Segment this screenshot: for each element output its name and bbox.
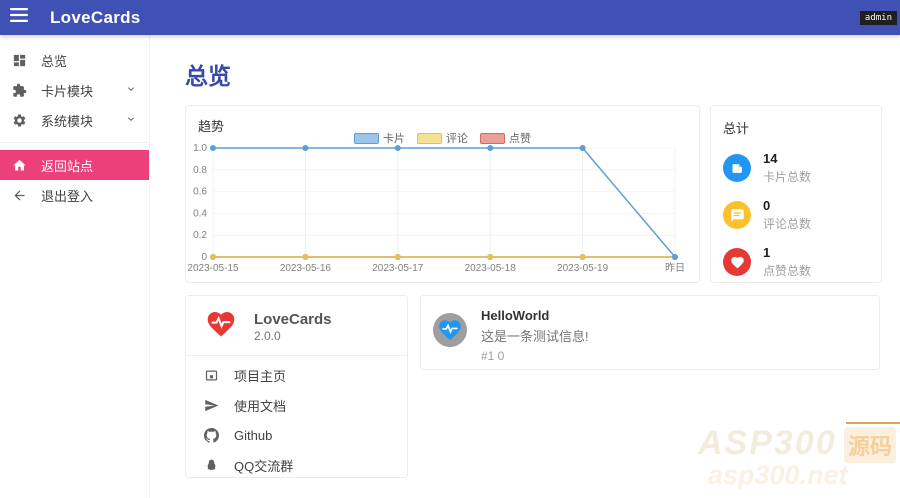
svg-text:0.8: 0.8 xyxy=(193,165,207,176)
sidebar-divider xyxy=(0,142,149,143)
puzzle-icon xyxy=(10,81,28,99)
sidebar: 总览 卡片模块 系统模块 返回站点 退出登入 xyxy=(0,35,150,498)
link-label: 项目主页 xyxy=(234,368,287,384)
message-card: HelloWorld 这是一条测试信息! #1 0 xyxy=(420,295,880,370)
stat-value: 14 xyxy=(763,151,778,166)
stat-label: 卡片总数 xyxy=(763,170,812,184)
svg-text:2023-05-15: 2023-05-15 xyxy=(187,263,239,274)
homepage-icon xyxy=(202,368,220,383)
user-badge[interactable]: admin xyxy=(859,11,897,25)
svg-text:2023-05-19: 2023-05-19 xyxy=(557,263,609,274)
hamburger-icon xyxy=(10,8,28,27)
app-title: LoveCards xyxy=(50,7,141,27)
totals-card-title: 总计 xyxy=(723,121,750,136)
page-title: 总览 xyxy=(185,63,231,89)
message-content: 这是一条测试信息! xyxy=(481,329,589,344)
top-navbar: LoveCards admin xyxy=(0,0,900,35)
gear-icon xyxy=(10,111,28,129)
link-label: QQ交流群 xyxy=(234,458,294,474)
sidebar-item-system-module[interactable]: 系统模块 xyxy=(0,105,149,135)
message-meta: #1 0 xyxy=(481,349,505,363)
stat-label: 评论总数 xyxy=(763,217,812,231)
sidebar-item-overview[interactable]: 总览 xyxy=(0,45,149,75)
link-label: 使用文档 xyxy=(234,398,287,414)
svg-text:0.2: 0.2 xyxy=(193,230,207,241)
stats-list: 14 卡片总数 0 评论总数 1 点赞总数 xyxy=(723,151,869,279)
stat-row-likes: 1 点赞总数 xyxy=(723,245,869,279)
heart-icon xyxy=(723,248,751,276)
trend-card: 趋势 卡片 评论 点赞 0 0.2 0.4 0.6 0.8 1.0 2023-05-15 2023… xyxy=(185,105,700,283)
link-docs[interactable]: 使用文档 xyxy=(186,390,407,420)
send-icon xyxy=(202,398,220,413)
dashboard-icon xyxy=(10,51,28,69)
stat-value: 1 xyxy=(763,245,771,260)
totals-card: 总计 14 卡片总数 0 评论总数 1 点赞总数 xyxy=(710,105,882,283)
app-root: LoveCards admin 总览 卡片模块 系统模块 返回站点 退出登入 总… xyxy=(0,0,900,498)
svg-text:昨日: 昨日 xyxy=(665,262,685,274)
sidebar-item-label: 卡片模块 xyxy=(41,83,94,99)
about-card: LoveCards 2.0.0 项目主页 使用文档 Github QQ交流群 xyxy=(185,295,408,478)
stat-row-comments: 0 评论总数 xyxy=(723,198,869,232)
about-links: 项目主页 使用文档 Github QQ交流群 xyxy=(186,356,407,484)
about-version: 2.0.0 xyxy=(254,328,281,343)
github-icon xyxy=(202,427,220,443)
svg-text:2023-05-16: 2023-05-16 xyxy=(280,263,332,274)
arrow-left-icon xyxy=(10,186,28,204)
lovecards-logo-icon xyxy=(204,308,238,345)
about-app-name: LoveCards xyxy=(254,310,332,328)
svg-text:2023-05-18: 2023-05-18 xyxy=(465,263,517,274)
svg-text:0: 0 xyxy=(201,252,207,263)
svg-text:1.0: 1.0 xyxy=(193,143,207,154)
link-label: Github xyxy=(234,427,273,443)
sidebar-item-label: 退出登入 xyxy=(41,188,94,204)
stat-label: 点赞总数 xyxy=(763,264,812,278)
svg-text:0.4: 0.4 xyxy=(193,208,207,219)
main-content: 总览 趋势 卡片 评论 点赞 0 0.2 0.4 0.6 0.8 1.0 2023-05-15 2… xyxy=(150,35,900,498)
trend-chart-svg: 0 0.2 0.4 0.6 0.8 1.0 2023-05-15 2023-05-16 2023… xyxy=(187,143,685,274)
stat-row-cards: 14 卡片总数 xyxy=(723,151,869,185)
sidebar-item-card-module[interactable]: 卡片模块 xyxy=(0,75,149,105)
sidebar-item-logout[interactable]: 退出登入 xyxy=(0,180,149,210)
message-author: HelloWorld xyxy=(481,308,550,323)
comment-icon xyxy=(723,201,751,229)
svg-text:2023-05-17: 2023-05-17 xyxy=(372,263,424,274)
sidebar-item-back-to-site[interactable]: 返回站点 xyxy=(0,150,149,180)
sidebar-item-label: 返回站点 xyxy=(41,158,94,174)
chevron-down-icon xyxy=(125,83,137,98)
chevron-down-icon xyxy=(125,113,137,128)
svg-text:0.6: 0.6 xyxy=(193,187,207,198)
link-github[interactable]: Github xyxy=(186,420,407,450)
sidebar-item-label: 总览 xyxy=(41,53,68,69)
home-icon xyxy=(10,156,28,174)
sidebar-item-label: 系统模块 xyxy=(41,113,94,129)
about-header: LoveCards 2.0.0 xyxy=(186,296,407,356)
link-project-home[interactable]: 项目主页 xyxy=(186,360,407,390)
avatar xyxy=(433,313,467,347)
menu-toggle-button[interactable] xyxy=(0,8,38,27)
note-icon xyxy=(723,154,751,182)
link-qq-group[interactable]: QQ交流群 xyxy=(186,450,407,480)
stat-value: 0 xyxy=(763,198,771,213)
qq-icon xyxy=(202,458,220,473)
